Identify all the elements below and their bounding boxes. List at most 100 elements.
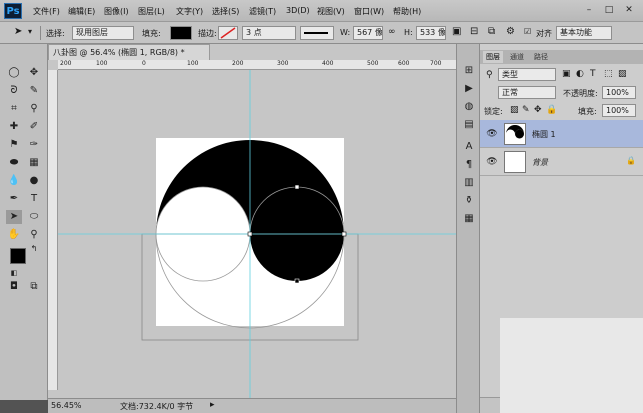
document-tab[interactable]: 八卦图 @ 56.4% (椭圆 1, RGB/8) *	[48, 44, 210, 60]
link-dimensions-icon[interactable]: ∞	[388, 27, 396, 37]
path-operations-icon[interactable]: ▣	[452, 26, 461, 37]
tab-layers[interactable]: 图层	[483, 51, 503, 63]
swatches-panel-icon[interactable]: ▤	[461, 118, 477, 132]
lock-all-icon[interactable]: 🔒	[546, 105, 557, 115]
path-select-tool-icon[interactable]: ➤	[14, 26, 22, 37]
blend-mode-dropdown[interactable]: 正常	[498, 86, 556, 99]
brush-presets-icon[interactable]: ⚱	[461, 194, 477, 208]
opacity-field[interactable]: 100%	[602, 86, 636, 99]
layer-row-background[interactable]: 👁 背景 🔒	[480, 148, 643, 176]
foreground-color-swatch[interactable]	[10, 248, 26, 264]
align-checkbox-icon[interactable]: ☑	[524, 27, 531, 36]
restore-icon[interactable]: □	[601, 4, 617, 17]
layer-name: 背景	[532, 158, 548, 167]
settings-gear-icon[interactable]: ⚙	[506, 26, 515, 37]
menu-window[interactable]: 窗口(W)	[354, 6, 384, 17]
menu-3d[interactable]: 3D(D)	[286, 6, 310, 15]
tab-channels[interactable]: 通道	[507, 51, 527, 63]
search-icon: ⚲	[486, 70, 493, 80]
path-alignment-icon[interactable]: ⊟	[470, 26, 478, 37]
options-bar: ➤ ▾ 选择: 现用图层 填充: 描边: 3 点 W: 567 像 ∞ H: 5…	[0, 22, 643, 44]
clone-stamp-icon[interactable]: ⚑	[6, 138, 22, 152]
pen-tool-icon[interactable]: ✒	[6, 192, 22, 206]
stroke-width-field[interactable]: 3 点	[242, 26, 296, 40]
menu-select[interactable]: 选择(S)	[212, 6, 239, 17]
eraser-tool-icon[interactable]: ⬬	[6, 156, 22, 170]
zoom-level[interactable]: 56.45%	[51, 401, 82, 410]
marquee-ellipse-icon[interactable]: ◯	[6, 66, 22, 80]
status-bar: 56.45% 文档:732.4K/0 字节 ▸	[48, 398, 456, 413]
menu-filter[interactable]: 滤镜(T)	[249, 6, 276, 17]
filter-smart-icon[interactable]: ▨	[618, 69, 627, 79]
history-panel-icon[interactable]: ⊞	[461, 64, 477, 78]
dodge-tool-icon[interactable]: ●	[26, 174, 42, 188]
fill-label: 填充:	[142, 29, 161, 38]
type-tool-icon[interactable]: T	[26, 192, 42, 206]
menu-view[interactable]: 视图(V)	[317, 6, 345, 17]
lock-image-icon[interactable]: ✎	[522, 105, 530, 115]
canvas[interactable]	[58, 70, 456, 400]
brush-tool-icon[interactable]: ✐	[26, 120, 42, 134]
menu-file[interactable]: 文件(F)	[33, 6, 60, 17]
tab-paths[interactable]: 路径	[531, 51, 551, 63]
properties-panel-icon[interactable]: ◍	[461, 100, 477, 114]
zoom-tool-icon[interactable]: ⚲	[26, 228, 42, 242]
quick-select-icon[interactable]: ✎	[26, 84, 42, 98]
tool-preset-dropdown-icon[interactable]: ▾	[28, 27, 32, 36]
vertical-ruler[interactable]	[48, 70, 58, 390]
eyedropper-icon[interactable]: ⚲	[26, 102, 42, 116]
tool-presets-icon[interactable]: ▦	[461, 212, 477, 226]
lock-position-icon[interactable]: ✥	[534, 105, 542, 115]
info-panel-icon[interactable]: ▥	[461, 176, 477, 190]
fill-field[interactable]: 100%	[602, 104, 636, 117]
layer-lock-icon: 🔒	[626, 156, 636, 165]
swap-colors-icon[interactable]: ↰	[26, 242, 42, 256]
menu-layer[interactable]: 图层(L)	[138, 6, 165, 17]
filter-adjust-icon[interactable]: ◐	[576, 69, 584, 79]
default-colors-icon[interactable]: ◧	[6, 266, 22, 280]
paragraph-panel-icon[interactable]: ¶	[461, 158, 477, 172]
visibility-eye-icon[interactable]: 👁	[486, 156, 498, 168]
filter-shape-icon[interactable]: ⬚	[604, 69, 613, 79]
filter-type-icon[interactable]: T	[590, 69, 596, 79]
ruler-tick-label: 0	[142, 60, 146, 67]
filter-pixel-icon[interactable]: ▣	[562, 69, 571, 79]
status-menu-arrow-icon[interactable]: ▸	[210, 400, 215, 410]
hand-tool-icon[interactable]: ✋	[6, 228, 22, 242]
workspace-dropdown[interactable]: 基本功能	[556, 26, 612, 40]
crop-tool-icon[interactable]: ⌗	[6, 102, 22, 116]
close-icon[interactable]: ✕	[621, 4, 637, 17]
minimize-icon[interactable]: –	[581, 4, 597, 17]
lasso-tool-icon[interactable]: ᘐ	[6, 84, 22, 98]
select-mode-dropdown[interactable]: 现用图层	[72, 26, 134, 40]
gradient-tool-icon[interactable]: ▦	[26, 156, 42, 170]
visibility-eye-icon[interactable]: 👁	[486, 128, 498, 140]
photoshop-window: Ps 文件(F) 编辑(E) 图像(I) 图层(L) 文字(Y) 选择(S) 滤…	[0, 0, 643, 413]
stroke-type-dropdown[interactable]	[300, 26, 334, 40]
fill-color-swatch[interactable]	[170, 26, 192, 40]
screen-mode-icon[interactable]: ⧉	[26, 280, 42, 294]
layer-row-ellipse[interactable]: 👁 椭圆 1	[480, 120, 643, 148]
layer-filter-dropdown[interactable]: 类型	[498, 68, 556, 81]
menu-type[interactable]: 文字(Y)	[176, 6, 203, 17]
quick-mask-icon[interactable]: ◘	[6, 280, 22, 294]
horizontal-ruler[interactable]: 200 100 0 100 200 300 400 500 600 700	[58, 60, 456, 70]
menu-image[interactable]: 图像(I)	[104, 6, 129, 17]
move-tool-icon[interactable]: ✥	[26, 66, 42, 80]
ruler-tick-label: 600	[398, 60, 410, 67]
character-panel-icon[interactable]: A	[461, 140, 477, 154]
healing-brush-icon[interactable]: ✚	[6, 120, 22, 134]
history-brush-icon[interactable]: ✑	[26, 138, 42, 152]
menu-help[interactable]: 帮助(H)	[393, 6, 421, 17]
lock-transparent-icon[interactable]: ▨	[510, 105, 519, 115]
blur-tool-icon[interactable]: 💧	[6, 174, 22, 188]
path-arrange-icon[interactable]: ⧉	[488, 26, 495, 37]
ellipse-shape-icon[interactable]: ⬭	[26, 210, 42, 224]
anchor-point	[341, 231, 347, 237]
path-select-tool-icon[interactable]: ➤	[6, 210, 22, 224]
stroke-color-swatch[interactable]	[218, 26, 238, 40]
width-field[interactable]: 567 像	[353, 26, 383, 40]
actions-panel-icon[interactable]: ▶	[461, 82, 477, 96]
height-field[interactable]: 533 像	[416, 26, 446, 40]
menu-edit[interactable]: 编辑(E)	[68, 6, 95, 17]
